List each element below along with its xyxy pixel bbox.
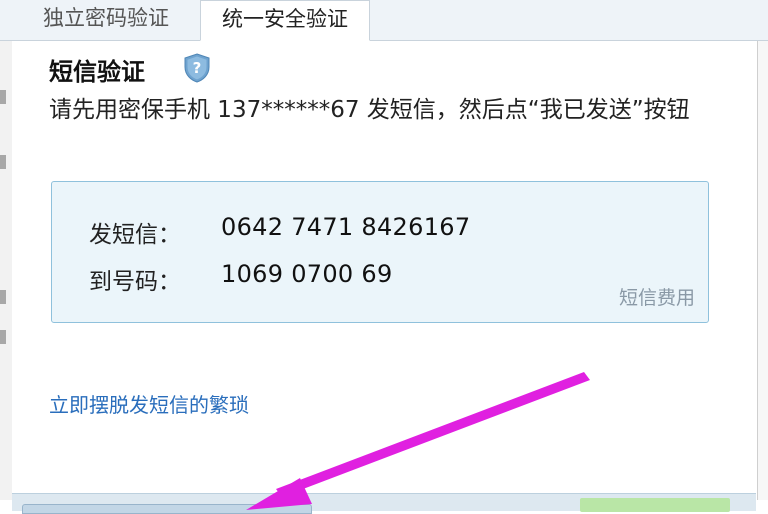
edge-fragment [0, 155, 6, 169]
edge-fragment [0, 330, 6, 344]
tab-independent-password[interactable]: 独立密码验证 [22, 0, 190, 40]
sms-content-label: 发短信： [89, 222, 181, 248]
sms-content-value: 0642 7471 8426167 [221, 213, 471, 241]
tab-bar: 独立密码验证 统一安全验证 [0, 0, 768, 41]
section-title: 短信验证 [49, 58, 145, 86]
edge-fragment [0, 290, 6, 304]
sms-info-box: 发短信： 0642 7471 8426167 到号码： 1069 0700 69… [51, 181, 709, 323]
right-window-edge [757, 40, 768, 500]
sms-number-value: 1069 0700 69 [221, 260, 393, 288]
svg-text:?: ? [193, 59, 202, 77]
tab-unified-security[interactable]: 统一安全验证 [200, 0, 370, 41]
instruction-text: 请先用密保手机 137******67 发短信，然后点“我已发送”按钮 [49, 97, 690, 123]
shield-question-icon[interactable]: ? [183, 53, 211, 83]
edge-fragment [0, 90, 6, 104]
sms-number-label: 到号码： [89, 269, 181, 295]
sms-fee-link[interactable]: 短信费用 [619, 283, 695, 310]
skip-sms-link[interactable]: 立即摆脱发短信的繁琐 [49, 389, 249, 418]
sent-button[interactable] [22, 504, 312, 514]
